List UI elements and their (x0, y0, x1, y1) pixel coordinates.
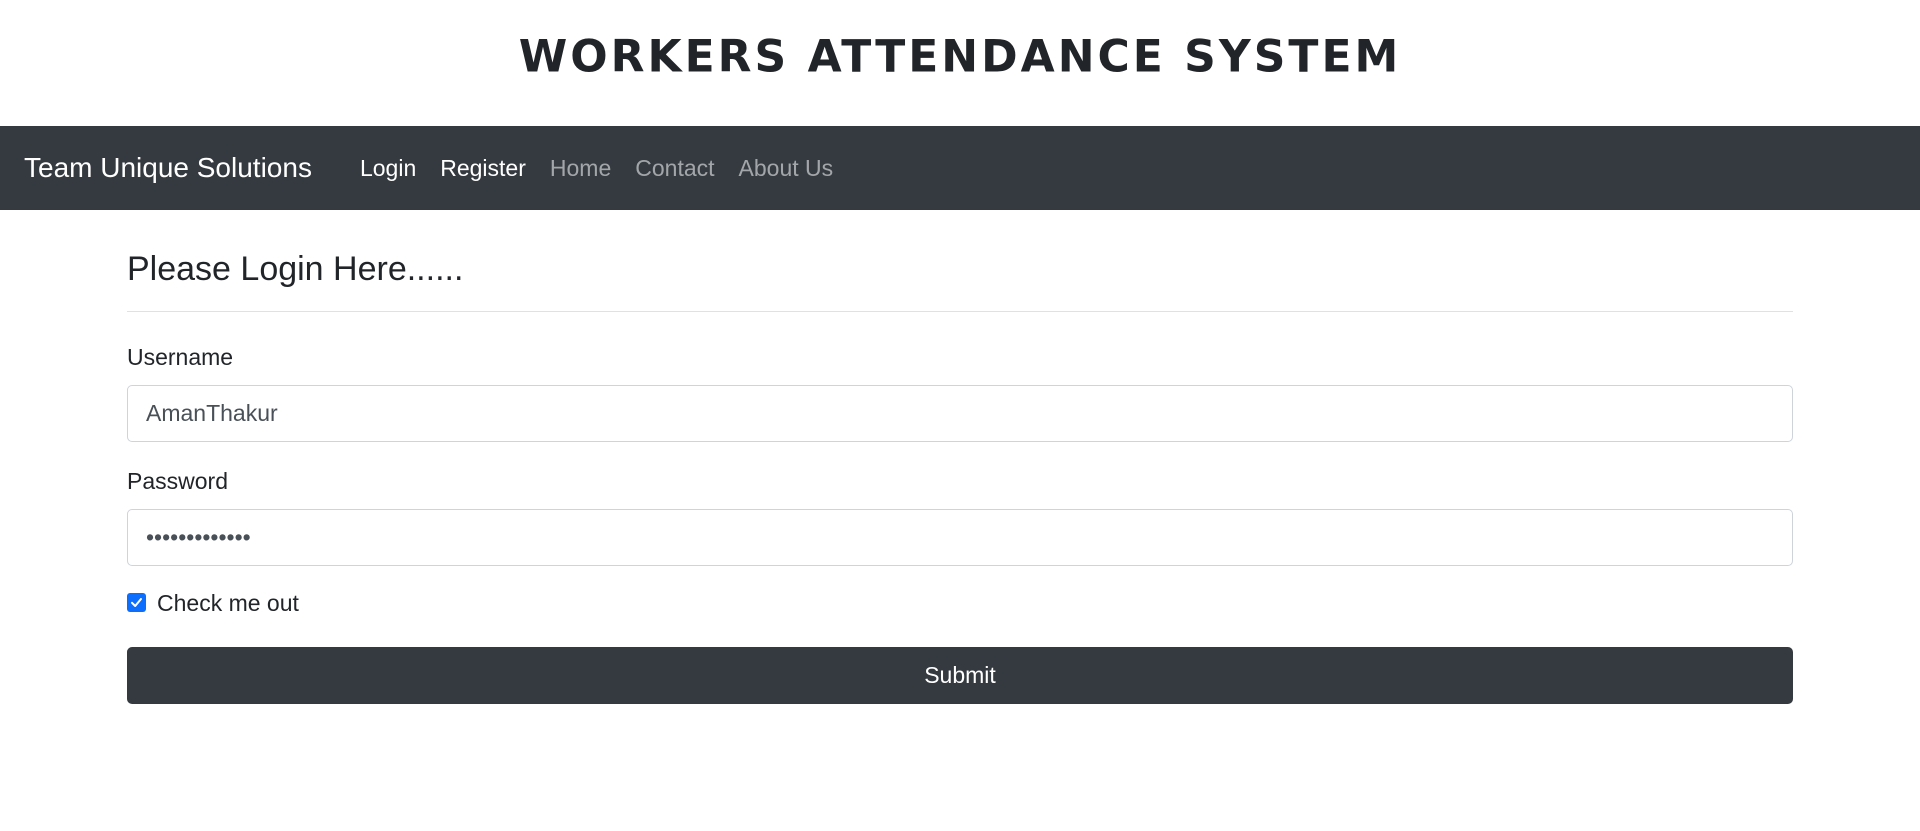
nav-links: Login Register Home Contact About Us (348, 155, 845, 182)
username-label: Username (127, 344, 234, 370)
nav-link-login[interactable]: Login (348, 155, 428, 181)
password-label: Password (127, 468, 228, 494)
username-group: Username (127, 344, 1793, 442)
navbar: Team Unique Solutions Login Register Hom… (0, 126, 1920, 210)
site-title: WORKERS ATTENDANCE SYSTEM (518, 29, 1402, 83)
check-me-out-label: Check me out (157, 590, 299, 616)
login-form-container: Please Login Here...... Username Passwor… (127, 210, 1793, 704)
nav-link-contact[interactable]: Contact (623, 155, 726, 181)
submit-button[interactable]: Submit (127, 647, 1793, 704)
username-input[interactable] (127, 385, 1793, 442)
password-input[interactable] (127, 509, 1793, 566)
check-me-out-row: Check me out (127, 590, 1793, 617)
nav-link-about-us[interactable]: About Us (727, 155, 846, 181)
checkmark-icon (131, 598, 142, 607)
navbar-brand[interactable]: Team Unique Solutions (24, 152, 312, 184)
check-me-out-checkbox[interactable] (127, 593, 146, 612)
form-heading: Please Login Here...... (127, 250, 1793, 312)
nav-link-home[interactable]: Home (538, 155, 623, 181)
password-group: Password (127, 468, 1793, 566)
nav-link-register[interactable]: Register (428, 155, 538, 181)
site-header: WORKERS ATTENDANCE SYSTEM (0, 0, 1920, 126)
